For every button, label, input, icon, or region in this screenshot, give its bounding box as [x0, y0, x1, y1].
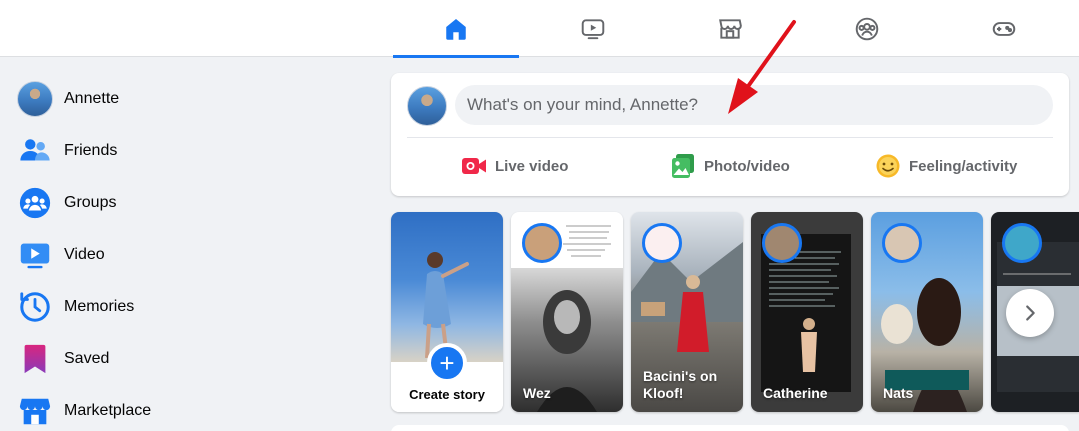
post-composer: What's on your mind, Annette? Live video… — [391, 73, 1069, 196]
story-card-nats[interactable]: Nats — [871, 212, 983, 412]
story-avatar — [642, 223, 682, 263]
video-icon — [17, 237, 53, 273]
composer-placeholder: What's on your mind, Annette? — [467, 95, 698, 114]
watch-icon — [581, 18, 605, 39]
photo-video-label: Photo/video — [704, 157, 790, 175]
sidebar-item-label: Video — [64, 246, 105, 263]
story-avatar — [882, 223, 922, 263]
live-video-icon — [462, 158, 486, 174]
sidebar-item-label: Memories — [64, 298, 135, 315]
sidebar-item-marketplace[interactable]: Marketplace — [0, 385, 370, 431]
story-avatar — [1002, 223, 1042, 263]
sidebar-item-friends[interactable]: Friends — [0, 125, 370, 177]
photo-video-button[interactable]: Photo/video — [670, 149, 790, 183]
groups-icon — [855, 17, 879, 40]
sidebar-item-groups[interactable]: Groups — [0, 177, 370, 229]
sidebar-item-memories[interactable]: Memories — [0, 281, 370, 333]
sidebar-item-label: Annette — [64, 90, 120, 107]
create-story-card[interactable]: + Create story — [391, 212, 503, 412]
story-avatar — [762, 223, 802, 263]
photo-video-icon — [672, 154, 694, 178]
stories-next-button[interactable] — [1006, 289, 1054, 337]
chevron-right-icon — [1026, 305, 1035, 321]
story-name: Nats — [883, 385, 914, 401]
feeling-activity-label: Feeling/activity — [909, 157, 1018, 175]
groups-icon — [17, 185, 53, 221]
live-video-label: Live video — [495, 157, 569, 175]
story-avatar — [522, 223, 562, 263]
composer-divider — [407, 137, 1053, 138]
sidebar-item-label: Friends — [64, 142, 118, 159]
story-name: Bacini's on Kloof! — [643, 368, 718, 401]
create-story-photo — [391, 212, 503, 362]
story-card-bacinis[interactable]: Bacini's on Kloof! — [631, 212, 743, 412]
story-card-catherine[interactable]: Catherine — [751, 212, 863, 412]
memories-icon — [17, 289, 53, 325]
profile-avatar — [17, 81, 53, 117]
composer-avatar[interactable] — [407, 86, 447, 126]
nav-tab-groups[interactable] — [804, 0, 930, 57]
sidebar-item-label: Groups — [64, 194, 117, 211]
top-navigation-bar — [0, 0, 1079, 58]
live-video-button[interactable]: Live video — [461, 149, 568, 183]
composer-input[interactable]: What's on your mind, Annette? — [455, 85, 1053, 125]
marketplace-icon — [719, 18, 742, 39]
sidebar-item-saved[interactable]: Saved — [0, 333, 370, 385]
sidebar-item-label: Saved — [64, 350, 110, 367]
nav-tab-marketplace[interactable] — [667, 0, 793, 57]
feeling-activity-icon — [876, 154, 900, 178]
sidebar-item-profile[interactable]: Annette — [0, 73, 370, 125]
nav-tab-home[interactable] — [393, 0, 519, 58]
sidebar-item-video[interactable]: Video — [0, 229, 370, 281]
home-icon — [446, 18, 466, 40]
create-story-label: Create story — [409, 387, 485, 402]
marketplace-icon — [17, 393, 53, 429]
nav-tab-watch[interactable] — [530, 0, 656, 57]
saved-icon — [17, 341, 53, 377]
gaming-icon — [992, 21, 1016, 36]
add-story-icon[interactable]: + — [427, 343, 467, 383]
feed-post-card — [391, 425, 1069, 431]
story-name: Wez — [523, 385, 551, 401]
friends-icon — [17, 133, 53, 169]
story-name: Catherine — [763, 385, 828, 401]
feeling-activity-button[interactable]: Feeling/activity — [875, 149, 1017, 183]
sidebar-item-label: Marketplace — [64, 402, 152, 419]
story-card-wez[interactable]: Wez — [511, 212, 623, 412]
nav-tab-gaming[interactable] — [941, 0, 1067, 57]
